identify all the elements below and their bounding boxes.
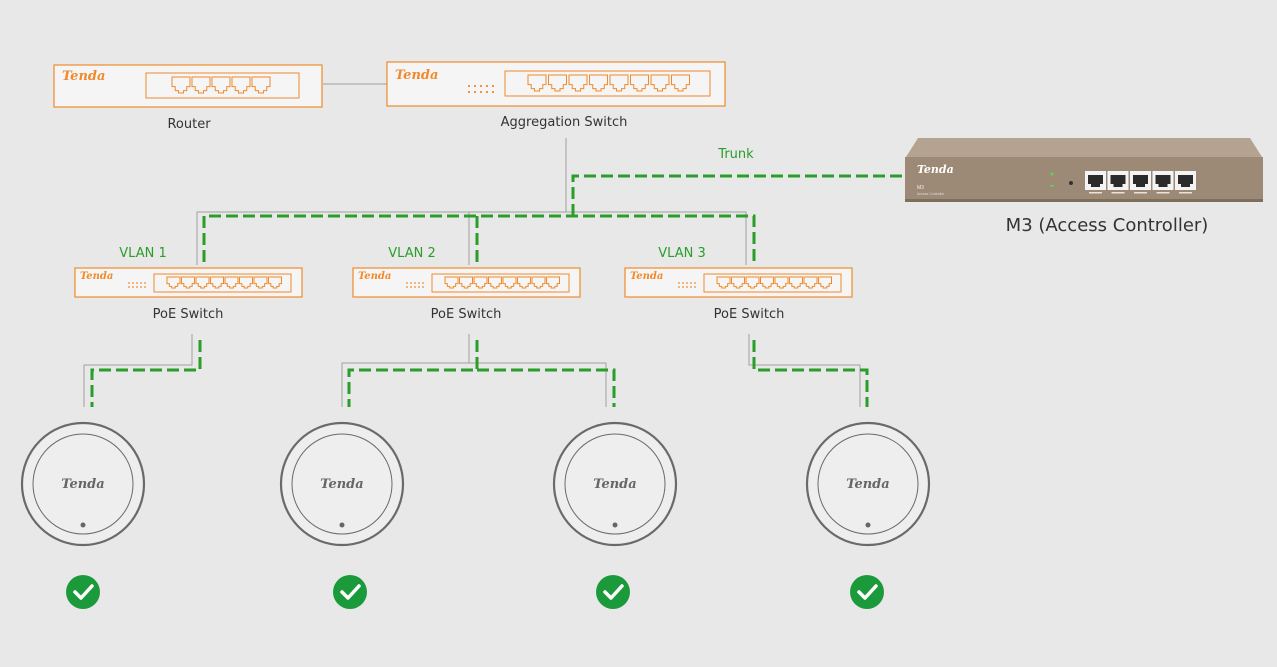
controller-model: M3: [917, 185, 924, 191]
check-circle-icon: [66, 575, 100, 609]
vlan2-ap1-path: [347, 340, 479, 407]
led-dot: [485, 90, 489, 94]
led-dot: [479, 84, 483, 88]
led-dot: [678, 282, 680, 284]
led-dot: [418, 282, 420, 284]
led-dot: [485, 84, 489, 88]
router-device[interactable]: Tenda: [53, 64, 323, 108]
trunk-label: Trunk: [718, 147, 754, 162]
led-dot: [491, 90, 495, 94]
led-dot: [690, 286, 692, 288]
access-point-3[interactable]: Tenda: [552, 421, 678, 547]
ap-status-led: [612, 522, 618, 528]
topology-svg: Tenda Tenda Tenda M3 Access Controller T…: [20, 61, 1263, 609]
ap-logo: Tenda: [846, 477, 889, 492]
ap-status-led: [865, 522, 871, 528]
led-dot: [682, 282, 684, 284]
led-dot: [136, 282, 138, 284]
led-dot: [686, 282, 688, 284]
led-dot: [414, 282, 416, 284]
led-dot: [128, 286, 130, 288]
led-dot: [686, 286, 688, 288]
led-dot: [491, 84, 495, 88]
poe-switch-2-label: PoE Switch: [430, 307, 502, 322]
reset-button[interactable]: [1069, 181, 1073, 185]
led-dot: [473, 90, 477, 94]
ap-logo: Tenda: [61, 477, 104, 492]
access-point-4[interactable]: Tenda: [805, 421, 931, 547]
poe-switch-1-label: PoE Switch: [152, 307, 224, 322]
poe-switch-3[interactable]: Tenda: [624, 267, 853, 298]
led-dot: [418, 286, 420, 288]
check-circle-icon: [596, 575, 630, 609]
ap-logo: Tenda: [593, 477, 636, 492]
controller-sub: Access Controller: [917, 192, 945, 196]
access-point-2[interactable]: Tenda: [279, 421, 405, 547]
poe-switch-1[interactable]: Tenda: [74, 267, 303, 298]
led-dot: [694, 282, 696, 284]
led-dot: [140, 286, 142, 288]
router-label: Router: [167, 117, 211, 132]
access-controller-device[interactable]: Tenda M3 Access Controller: [905, 138, 1263, 202]
aggregation-switch-device[interactable]: Tenda: [386, 61, 726, 107]
led-dot: [467, 84, 471, 88]
led-dot: [682, 286, 684, 288]
vlan1-ap-path: [90, 340, 202, 407]
access-point-1[interactable]: Tenda: [20, 421, 146, 547]
led-dot: [410, 286, 412, 288]
controller-label: M3 (Access Controller): [1005, 215, 1209, 236]
ap-logo: Tenda: [320, 477, 363, 492]
led-dot: [678, 286, 680, 288]
check-circle-icon: [850, 575, 884, 609]
poe-logo: Tenda: [358, 271, 391, 282]
poe-logo: Tenda: [630, 271, 663, 282]
poe-logo: Tenda: [80, 271, 113, 282]
led-dot: [144, 282, 146, 284]
led-dot: [694, 286, 696, 288]
controller-led: [1050, 172, 1054, 176]
led-dot: [422, 286, 424, 288]
poe-switch-3-label: PoE Switch: [713, 307, 785, 322]
vlan1-label: VLAN 1: [119, 246, 167, 261]
led-dot: [144, 286, 146, 288]
trunk-path: [571, 174, 902, 216]
led-dot: [410, 282, 412, 284]
led-dot: [406, 282, 408, 284]
led-dot: [473, 84, 477, 88]
vlan3-ap-path: [752, 340, 869, 407]
led-dot: [132, 282, 134, 284]
vlan2-ap2-path: [477, 368, 616, 407]
ap-status-led: [339, 522, 345, 528]
led-dot: [422, 282, 424, 284]
aggregation-logo: Tenda: [395, 68, 438, 83]
led-dot: [132, 286, 134, 288]
controller-logo: Tenda: [917, 163, 954, 176]
vlan3-label: VLAN 3: [658, 246, 706, 261]
led-dot: [479, 90, 483, 94]
poe-switch-2[interactable]: Tenda: [352, 267, 581, 298]
led-dot: [690, 282, 692, 284]
aggregation-label: Aggregation Switch: [500, 115, 628, 130]
router-logo: Tenda: [62, 69, 105, 84]
led-dot: [136, 286, 138, 288]
led-dot: [128, 282, 130, 284]
led-dot: [467, 90, 471, 94]
check-circle-icon: [333, 575, 367, 609]
vlan2-label: VLAN 2: [388, 246, 436, 261]
network-topology-diagram: Tenda Tenda Tenda M3 Access Controller T…: [0, 0, 1277, 662]
led-dot: [140, 282, 142, 284]
led-dot: [406, 286, 408, 288]
led-dot: [414, 286, 416, 288]
ap-status-led: [80, 522, 86, 528]
